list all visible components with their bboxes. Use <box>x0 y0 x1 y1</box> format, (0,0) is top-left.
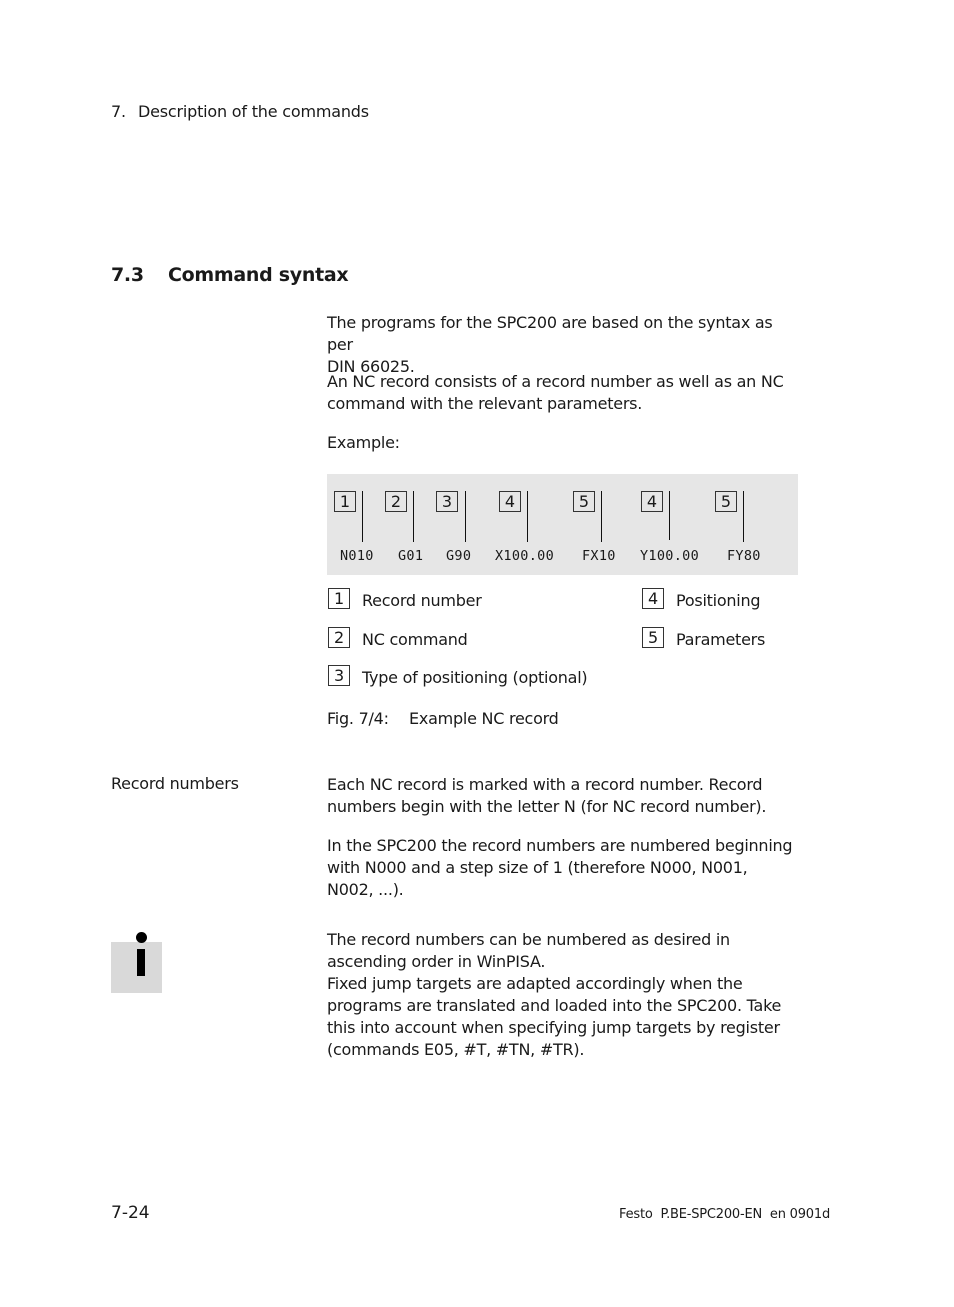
legend-item-parameters: 5 Parameters <box>642 627 766 650</box>
legend-item-nc-command: 2 NC command <box>328 627 468 650</box>
intro-paragraph-1: The programs for the SPC200 are based on… <box>327 312 802 378</box>
record-numbers-paragraph-2: In the SPC200 the record numbers are num… <box>327 835 802 901</box>
section-title: Command syntax <box>168 264 349 286</box>
text-line: numbers begin with the letter N (for NC … <box>327 797 767 816</box>
marker-box: 5 <box>573 491 595 512</box>
section-number: 7.3 <box>111 264 144 286</box>
text-line: command with the relevant parameters. <box>327 394 643 413</box>
info-icon <box>111 932 162 993</box>
figure-number: Fig. 7/4: <box>327 709 389 728</box>
text-line: The record numbers can be numbered as de… <box>327 930 730 949</box>
marker-box: 1 <box>334 491 356 512</box>
margin-label-record-numbers: Record numbers <box>111 774 239 793</box>
callout-line <box>527 491 528 542</box>
callout-line <box>743 491 744 542</box>
marker-box: 4 <box>499 491 521 512</box>
chapter-number: 7. <box>111 102 126 121</box>
legend-label: Type of positioning (optional) <box>362 668 588 687</box>
marker-box: 4 <box>641 491 663 512</box>
code-token: FY80 <box>727 548 761 564</box>
code-token: FX10 <box>582 548 616 564</box>
text-line: programs are translated and loaded into … <box>327 996 782 1015</box>
callout-line <box>465 491 466 542</box>
info-icon-dot <box>136 932 147 943</box>
chapter-title: Description of the commands <box>138 102 369 121</box>
text-line: ascending order in WinPISA. <box>327 952 546 971</box>
marker-box: 3 <box>436 491 458 512</box>
marker-box: 4 <box>642 588 664 609</box>
callout-line <box>362 491 363 542</box>
marker-box: 2 <box>328 627 350 648</box>
marker-box: 2 <box>385 491 407 512</box>
example-label: Example: <box>327 433 400 452</box>
record-numbers-paragraph-1: Each NC record is marked with a record n… <box>327 774 802 818</box>
text-line: Fixed jump targets are adapted according… <box>327 974 743 993</box>
text-line: with N000 and a step size of 1 (therefor… <box>327 858 748 877</box>
marker-box: 5 <box>642 627 664 648</box>
intro-paragraph-2: An NC record consists of a record number… <box>327 371 802 415</box>
document-id: Festo P.BE-SPC200-EN en 0901d <box>619 1207 831 1222</box>
page-number: 7-24 <box>111 1203 150 1223</box>
marker-box: 1 <box>328 588 350 609</box>
legend-item-record-number: 1 Record number <box>328 588 482 611</box>
running-header: 7. Description of the commands <box>111 102 369 121</box>
text-line: this into account when specifying jump t… <box>327 1018 780 1037</box>
text-line: In the SPC200 the record numbers are num… <box>327 836 793 855</box>
text-line: The programs for the SPC200 are based on… <box>327 313 773 354</box>
figure-caption: Fig. 7/4: Example NC record <box>327 709 559 728</box>
callout-line <box>601 491 602 542</box>
nc-record-example-figure: 1 N010 2 G01 3 G90 4 X100.00 5 FX10 4 Y1… <box>327 474 798 575</box>
marker-box: 5 <box>715 491 737 512</box>
callout-line <box>669 491 670 540</box>
legend-label: Parameters <box>676 630 766 649</box>
text-line: Each NC record is marked with a record n… <box>327 775 763 794</box>
note-text: The record numbers can be numbered as de… <box>327 929 802 1061</box>
callout-line <box>413 491 414 542</box>
marker-box: 3 <box>328 665 350 686</box>
legend-item-type-of-positioning: 3 Type of positioning (optional) <box>328 665 588 688</box>
code-token: X100.00 <box>495 548 554 564</box>
legend-item-positioning: 4 Positioning <box>642 588 761 611</box>
section-heading: 7.3 Command syntax <box>111 264 349 286</box>
legend-label: Positioning <box>676 591 761 610</box>
code-token: N010 <box>340 548 374 564</box>
text-line: (commands E05, #T, #TN, #TR). <box>327 1040 585 1059</box>
code-token: G90 <box>446 548 472 564</box>
figure-title: Example NC record <box>409 709 559 728</box>
text-line: An NC record consists of a record number… <box>327 372 784 391</box>
legend-label: NC command <box>362 630 468 649</box>
code-token: G01 <box>398 548 424 564</box>
text-line: N002, ...). <box>327 880 404 899</box>
info-icon-stem <box>137 949 145 976</box>
code-token: Y100.00 <box>640 548 699 564</box>
legend-label: Record number <box>362 591 482 610</box>
